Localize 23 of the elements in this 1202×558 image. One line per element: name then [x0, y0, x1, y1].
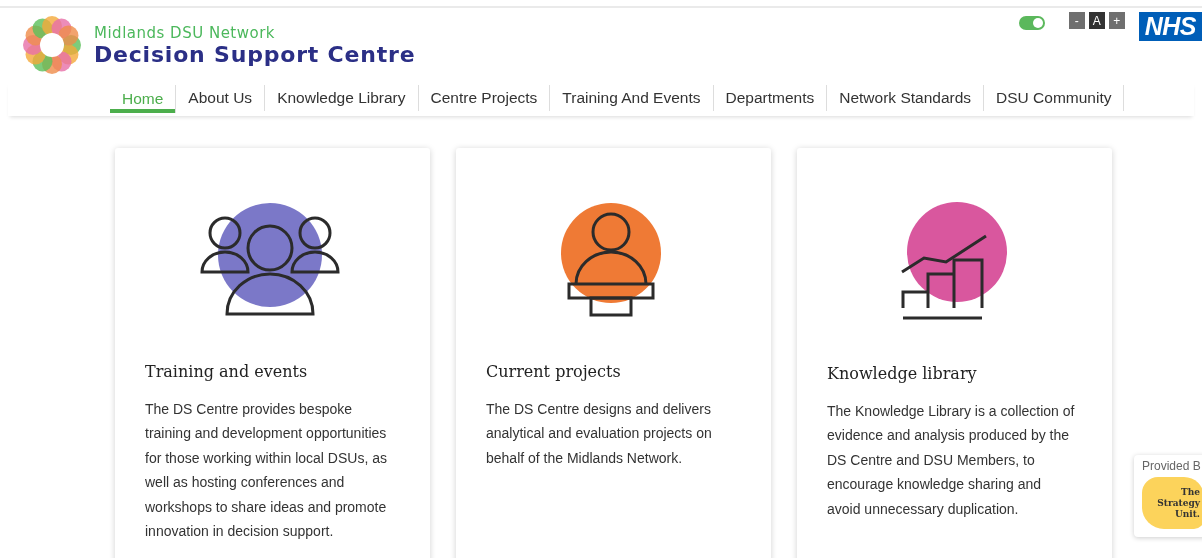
nhs-logo: NHS	[1138, 12, 1202, 41]
site-title: Decision Support Centre	[94, 41, 416, 67]
font-size-button[interactable]: -	[1068, 12, 1085, 29]
nav-link[interactable]: Centre Projects	[418, 85, 551, 111]
card-description: The DS Centre designs and delivers analytical and evaluation projects on behalf of the Midlands Network.	[486, 400, 713, 468]
card-description: The Knowledge Library is a collection of evidence and analysis produced by the DS Centre and DSU Members, to encourage knowledge sharing and avoid unnecessary duplication.	[827, 402, 1076, 519]
nav-link[interactable]: Departments	[713, 85, 828, 111]
card-title: Training and events	[145, 362, 309, 381]
network-name: Midlands DSU Network	[94, 23, 277, 42]
card-title: Knowledge library	[827, 364, 978, 383]
strategy-unit-logo: The Strategy Unit.	[1142, 477, 1202, 529]
card-description: The DS Centre provides bespoke training and development opportunities for those working within local DSUs, as well as hosting conferences and workshops to share ideas and promote innovation in decision support.	[145, 400, 388, 542]
nav-link[interactable]: Knowledge Library	[265, 85, 419, 111]
nav-link[interactable]: About Us	[176, 85, 266, 111]
nav-link[interactable]: DSU Community	[984, 85, 1125, 111]
nav-link[interactable]: Training And Events	[550, 85, 714, 111]
flower-logo-icon	[22, 15, 82, 75]
toggle-switch[interactable]	[1018, 16, 1045, 30]
font-size-button[interactable]: +	[1108, 12, 1125, 29]
badge-label: Provided B	[1142, 459, 1202, 473]
card-title: Current projects	[486, 362, 622, 381]
font-size-button[interactable]: A	[1088, 12, 1105, 29]
nav-link[interactable]: Network Standards	[827, 85, 985, 111]
